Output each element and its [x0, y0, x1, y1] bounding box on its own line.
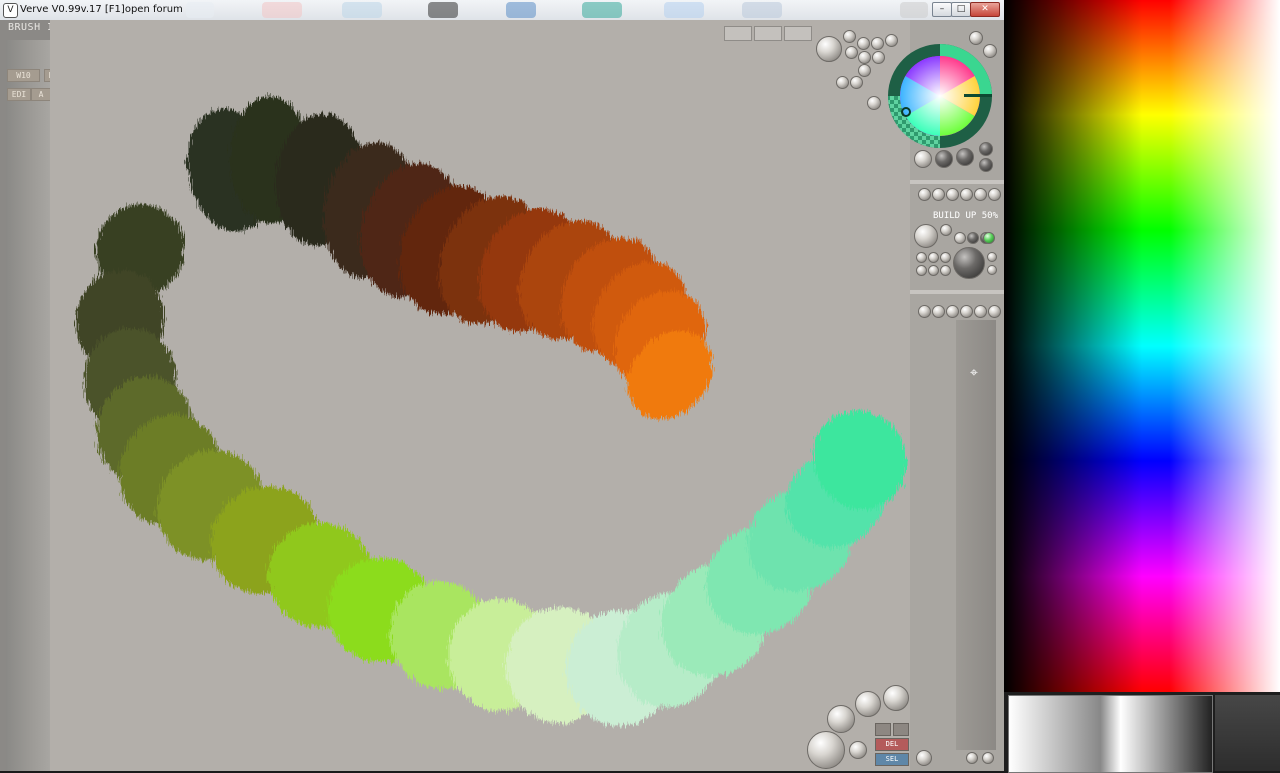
select-button[interactable]: SEL	[875, 753, 909, 766]
color-spectrum[interactable]	[1004, 0, 1280, 692]
color-knob[interactable]	[979, 158, 993, 172]
small-knob[interactable]	[987, 265, 997, 275]
delete-button[interactable]: DEL	[875, 738, 909, 751]
brush-a-button[interactable]: A	[31, 88, 51, 101]
wheel-indicator	[964, 94, 992, 97]
taskbar-icon-app-2	[582, 2, 622, 18]
small-knob[interactable]	[916, 252, 927, 263]
nav-knob[interactable]	[849, 741, 867, 759]
mini-palette-icon[interactable]	[916, 750, 932, 766]
tool-knob[interactable]	[858, 51, 871, 64]
small-knob[interactable]	[928, 252, 939, 263]
preset-knob[interactable]	[974, 305, 987, 318]
tool-knob-large[interactable]	[816, 36, 842, 62]
tool-knob[interactable]	[872, 51, 885, 64]
tool-knob[interactable]	[845, 46, 858, 59]
taskbar-icon-app-5	[900, 2, 928, 18]
preset-knob[interactable]	[960, 305, 973, 318]
small-knob[interactable]	[916, 265, 927, 276]
panel-divider	[910, 180, 1004, 184]
color-wheel[interactable]	[886, 40, 994, 152]
title-bar: V Verve V0.99v.17 [F1]open forum – □ ✕	[0, 0, 1004, 21]
small-square-button[interactable]	[875, 723, 891, 736]
checker-brush-icon[interactable]	[807, 731, 845, 769]
painting-canvas[interactable]	[50, 20, 910, 771]
tool-knob[interactable]	[871, 37, 884, 50]
nav-knob[interactable]	[883, 685, 909, 711]
top-tab-2[interactable]	[754, 26, 782, 41]
small-knob[interactable]	[966, 752, 978, 764]
opacity-knob[interactable]	[914, 224, 938, 248]
bottom-control-cluster: DEL SEL	[805, 683, 913, 771]
small-knob[interactable]	[967, 232, 979, 244]
flow-dial[interactable]	[953, 247, 985, 279]
maximize-button[interactable]: □	[951, 2, 971, 17]
tool-knob[interactable]	[867, 96, 881, 110]
window-title: Verve V0.99v.17 [F1]open forum	[20, 4, 183, 15]
small-knob[interactable]	[940, 224, 952, 236]
preset-knob[interactable]	[932, 305, 945, 318]
small-knob[interactable]	[940, 252, 951, 263]
preset-knob[interactable]	[946, 188, 959, 201]
color-knob[interactable]	[935, 150, 953, 168]
tool-knob[interactable]	[850, 76, 863, 89]
preset-knob[interactable]	[918, 305, 931, 318]
grayscale-ramp[interactable]	[1008, 695, 1213, 773]
taskbar-icon-app	[506, 2, 536, 18]
left-tool-strip	[0, 20, 50, 771]
small-knob[interactable]	[928, 265, 939, 276]
taskbar-icon-network	[342, 2, 382, 18]
nav-knob[interactable]	[855, 691, 881, 717]
build-up-label: BUILD UP 50%	[933, 211, 999, 221]
preset-knob[interactable]	[932, 188, 945, 201]
color-knob[interactable]	[914, 150, 932, 168]
left-strip-scroll[interactable]	[6, 40, 50, 771]
verve-app-icon: V	[3, 3, 18, 18]
app-window: V Verve V0.99v.17 [F1]open forum – □ ✕ B…	[0, 0, 1004, 771]
gray-swatch[interactable]	[1215, 695, 1280, 771]
preset-knob[interactable]	[988, 305, 1001, 318]
small-knob[interactable]	[987, 252, 997, 262]
small-knob[interactable]	[954, 232, 966, 244]
small-knob[interactable]	[982, 752, 994, 764]
taskbar-icon-browser	[262, 2, 302, 18]
preset-knob[interactable]	[974, 188, 987, 201]
small-knob[interactable]	[940, 265, 951, 276]
small-square-button[interactable]	[893, 723, 909, 736]
brush-edit-button[interactable]: EDI	[7, 88, 31, 101]
tool-knob[interactable]	[857, 37, 870, 50]
taskbar-icon-app-4	[742, 2, 782, 18]
taskbar-icon-app-3	[664, 2, 704, 18]
tool-knob[interactable]	[836, 76, 849, 89]
taskbar-icon-document	[186, 2, 214, 18]
preset-knob[interactable]	[960, 188, 973, 201]
minimize-button[interactable]: –	[932, 2, 952, 17]
preset-knob[interactable]	[946, 305, 959, 318]
preset-knob[interactable]	[918, 188, 931, 201]
right-panel-scroll[interactable]	[956, 320, 996, 750]
close-button[interactable]: ✕	[970, 2, 1000, 17]
crosshair-icon: ⌖	[970, 365, 978, 381]
tool-knob[interactable]	[843, 30, 856, 43]
preset-knob[interactable]	[988, 188, 1001, 201]
tool-knob[interactable]	[858, 64, 871, 77]
toggle-on-knob[interactable]	[983, 232, 995, 244]
brush-size-button[interactable]: W10	[7, 69, 40, 82]
nav-knob[interactable]	[827, 705, 855, 733]
taskbar-icon-terminal	[428, 2, 458, 18]
panel-divider	[910, 290, 1004, 294]
top-tab-3[interactable]	[784, 26, 812, 41]
canvas-strokes	[75, 96, 907, 726]
canvas-top-tabs	[724, 26, 814, 41]
top-tab-1[interactable]	[724, 26, 752, 41]
